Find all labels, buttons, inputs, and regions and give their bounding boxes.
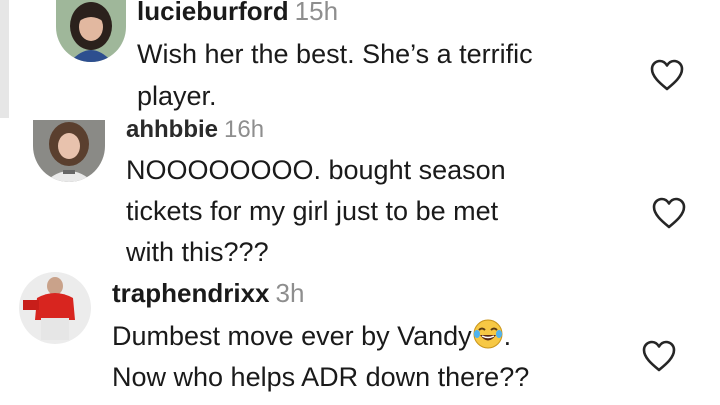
comment-line: Now who helps ADR down there?? [112,362,530,392]
comment-line-punct: . [503,321,512,351]
comment-text: Dumbest move ever by Vandy. Now who help… [112,316,529,398]
comment-item: lucieburford 15h Wish her the best. She’s… [0,0,720,122]
username-text[interactable]: traphendrixx [112,278,270,308]
profile-photo-icon [56,0,126,62]
avatar[interactable] [33,120,105,182]
comment-line: Wish her the best. She’s a terrific [137,39,533,69]
avatar[interactable] [19,272,91,344]
username-text[interactable]: ahhbbie [126,118,218,143]
username[interactable]: traphendrixx 3h [112,278,304,308]
comment-item: ahhbbie 16h NOOOOOOOO. bought season tick… [0,118,720,268]
profile-photo-icon [33,120,105,182]
comments-screenshot: lucieburford 15h Wish her the best. She’s… [0,0,720,405]
username[interactable]: ahhbbie 16h [126,118,264,144]
comment-item: traphendrixx 3h Dumbest move ever by Vand… [0,266,720,405]
profile-photo-icon [19,272,91,344]
face-with-tears-of-joy-icon [472,318,504,350]
like-heart-icon[interactable] [651,196,687,230]
avatar[interactable] [56,0,126,62]
timestamp: 16h [224,118,265,143]
comment-line: Dumbest move ever by Vandy. [112,316,529,357]
comment-line: with this??? [126,237,269,267]
username[interactable]: lucieburford 15h [137,0,338,26]
comment-line: player. [137,81,217,111]
username-text[interactable]: lucieburford [137,0,289,26]
timestamp: 3h [275,278,305,308]
timestamp: 15h [294,0,339,26]
comment-line-text: Dumbest move ever by Vandy [112,321,472,351]
comment-line: tickets for my girl just to be met [126,196,499,226]
comment-text: NOOOOOOOO. bought season tickets for my … [126,150,506,268]
like-heart-icon[interactable] [641,339,677,373]
comment-text: Wish her the best. She’s a terrific play… [137,33,533,117]
comment-line: NOOOOOOOO. bought season [126,155,506,185]
like-heart-icon[interactable] [649,58,685,92]
